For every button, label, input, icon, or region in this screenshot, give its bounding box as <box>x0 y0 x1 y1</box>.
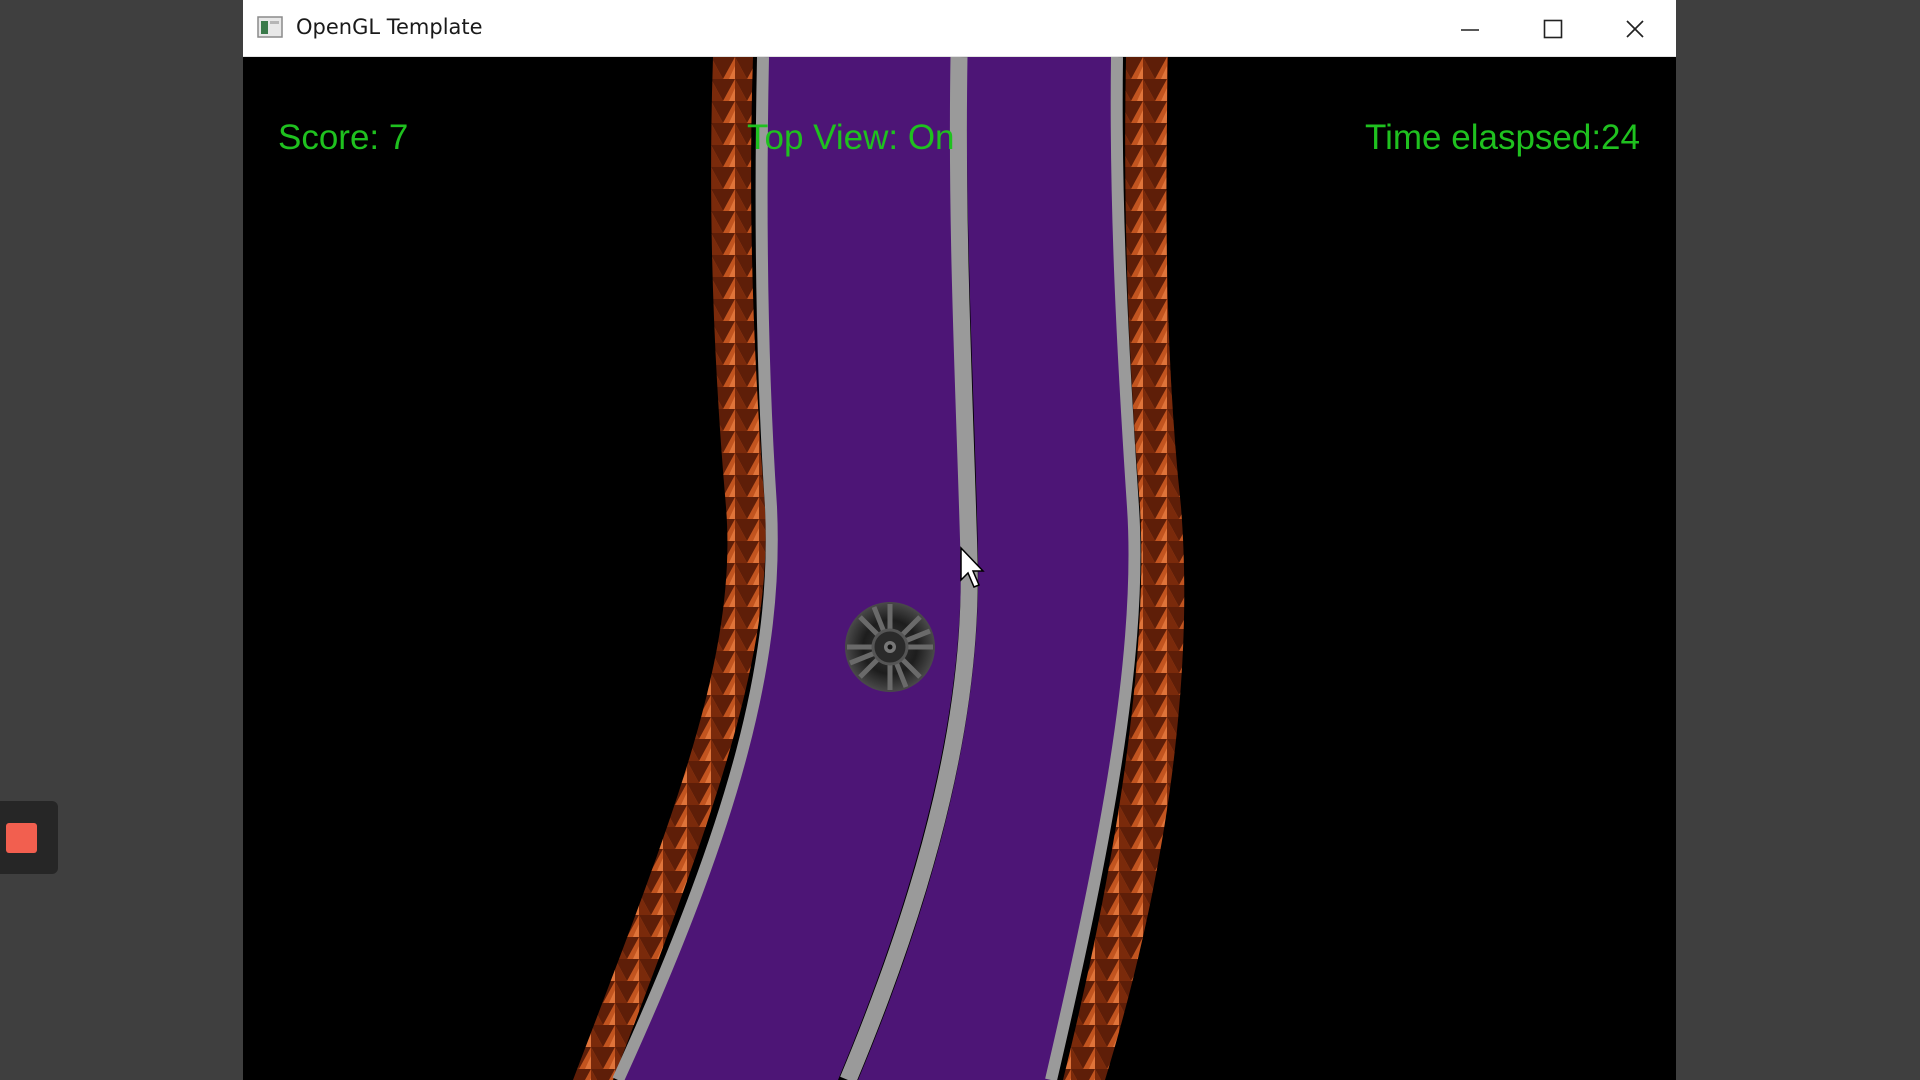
stop-recording-button[interactable] <box>6 823 37 853</box>
title-bar[interactable]: OpenGL Template <box>243 0 1676 57</box>
game-viewport[interactable]: Score: 7 Top View: On Time elaspsed:24 <box>243 57 1676 1080</box>
player-ball <box>845 602 935 692</box>
time-elapsed-label: Time elaspsed:24 <box>1365 118 1640 157</box>
close-button[interactable] <box>1594 0 1676 57</box>
opengl-window: OpenGL Template Score: 7 Top View: On Ti… <box>243 0 1676 1080</box>
minimize-button[interactable] <box>1429 0 1511 57</box>
top-view-label: Top View: On <box>747 118 955 157</box>
minimize-icon <box>1461 28 1479 31</box>
score-label: Score: 7 <box>278 118 409 157</box>
game-scene <box>573 57 1185 1080</box>
app-icon <box>257 16 283 38</box>
maximize-icon <box>1543 19 1563 38</box>
maximize-button[interactable] <box>1512 0 1594 57</box>
window-title: OpenGL Template <box>296 15 483 39</box>
close-icon <box>1626 19 1644 38</box>
